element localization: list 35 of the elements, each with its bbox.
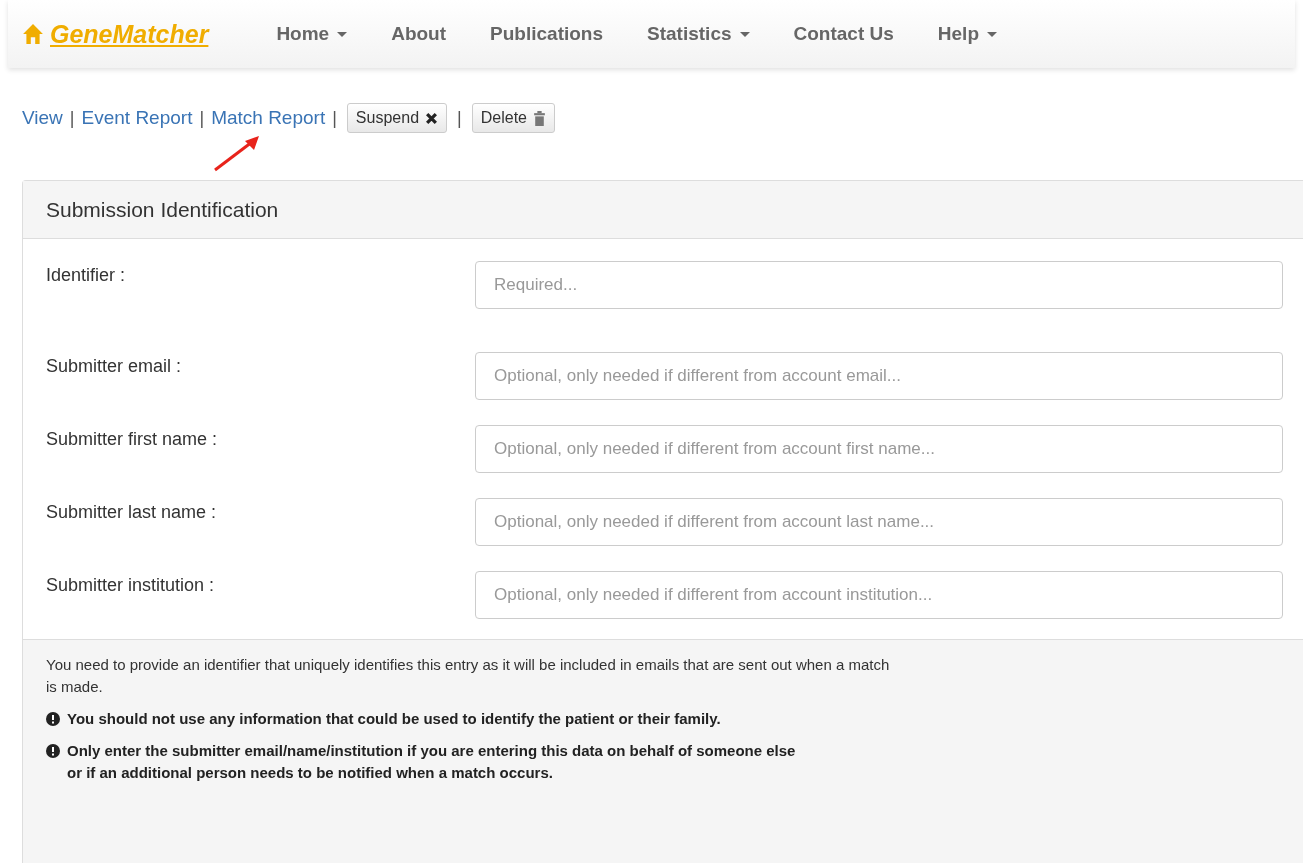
- separator: |: [332, 107, 337, 129]
- trash-icon: [532, 110, 546, 126]
- input-field[interactable]: Optional, only needed if different from account email...: [475, 352, 1283, 400]
- input-field[interactable]: Required...: [475, 261, 1283, 309]
- field-label: Submitter institution :: [46, 574, 216, 596]
- panel-title: Submission Identification: [46, 197, 279, 222]
- warning-text: Only enter the submitter email/name/institution if you are entering this data on behalf of someone else or if an additional person needs to be notified when a match occurs.: [67, 741, 796, 783]
- field-label: Submitter last name :: [46, 501, 218, 523]
- nav-link[interactable]: Contact Us: [771, 23, 916, 45]
- help-text: You need to provide an identifier that uniquely identifies this entry as it will be included in emails that are sent out when a match is made.: [46, 655, 891, 697]
- home-icon: [22, 23, 44, 45]
- field-label: Submitter first name :: [46, 428, 219, 450]
- input-field[interactable]: Optional, only needed if different from account first name...: [475, 425, 1283, 473]
- input-field[interactable]: Optional, only needed if different from account last name...: [475, 498, 1283, 546]
- suspend-button[interactable]: Suspend: [346, 103, 448, 133]
- close-icon: [425, 110, 439, 126]
- nav-link[interactable]: About: [369, 23, 469, 45]
- nav-link[interactable]: Home: [254, 23, 370, 45]
- exclamation-icon: [46, 712, 60, 726]
- warning-text: You should not use any information that could be used to identify the patient or their family.: [67, 709, 721, 729]
- annotation-arrow: [212, 133, 262, 173]
- separator: |: [69, 107, 75, 129]
- nav-link[interactable]: Statistics: [625, 23, 772, 45]
- input-field[interactable]: Optional, only needed if different from account institution...: [475, 571, 1283, 619]
- nav-link[interactable]: Help: [915, 23, 1019, 45]
- field-label: Submitter email :: [46, 355, 183, 377]
- delete-button[interactable]: Delete: [471, 103, 555, 133]
- separator: |: [457, 107, 462, 129]
- report-link[interactable]: View: [22, 107, 63, 129]
- separator: |: [199, 107, 205, 129]
- nav-link[interactable]: Publications: [468, 23, 626, 45]
- report-link[interactable]: Event Report: [81, 107, 193, 129]
- field-label: Identifier :: [46, 264, 127, 286]
- exclamation-icon: [46, 744, 60, 758]
- report-link[interactable]: Match Report: [211, 107, 326, 129]
